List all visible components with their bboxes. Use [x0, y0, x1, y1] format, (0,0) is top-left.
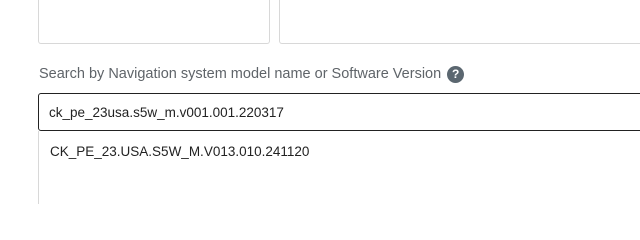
top-right-panel [279, 0, 640, 44]
top-left-panel [38, 0, 270, 44]
search-input[interactable] [38, 93, 640, 131]
search-label-row: Search by Navigation system model name o… [39, 64, 465, 84]
search-label: Search by Navigation system model name o… [39, 66, 442, 82]
help-icon[interactable]: ? [447, 65, 465, 83]
result-item[interactable]: CK_PE_23.USA.S5W_M.V013.010.241120 [39, 131, 640, 159]
search-results-dropdown: CK_PE_23.USA.S5W_M.V013.010.241120 [38, 131, 640, 204]
search-page: Search by Navigation system model name o… [0, 0, 640, 204]
